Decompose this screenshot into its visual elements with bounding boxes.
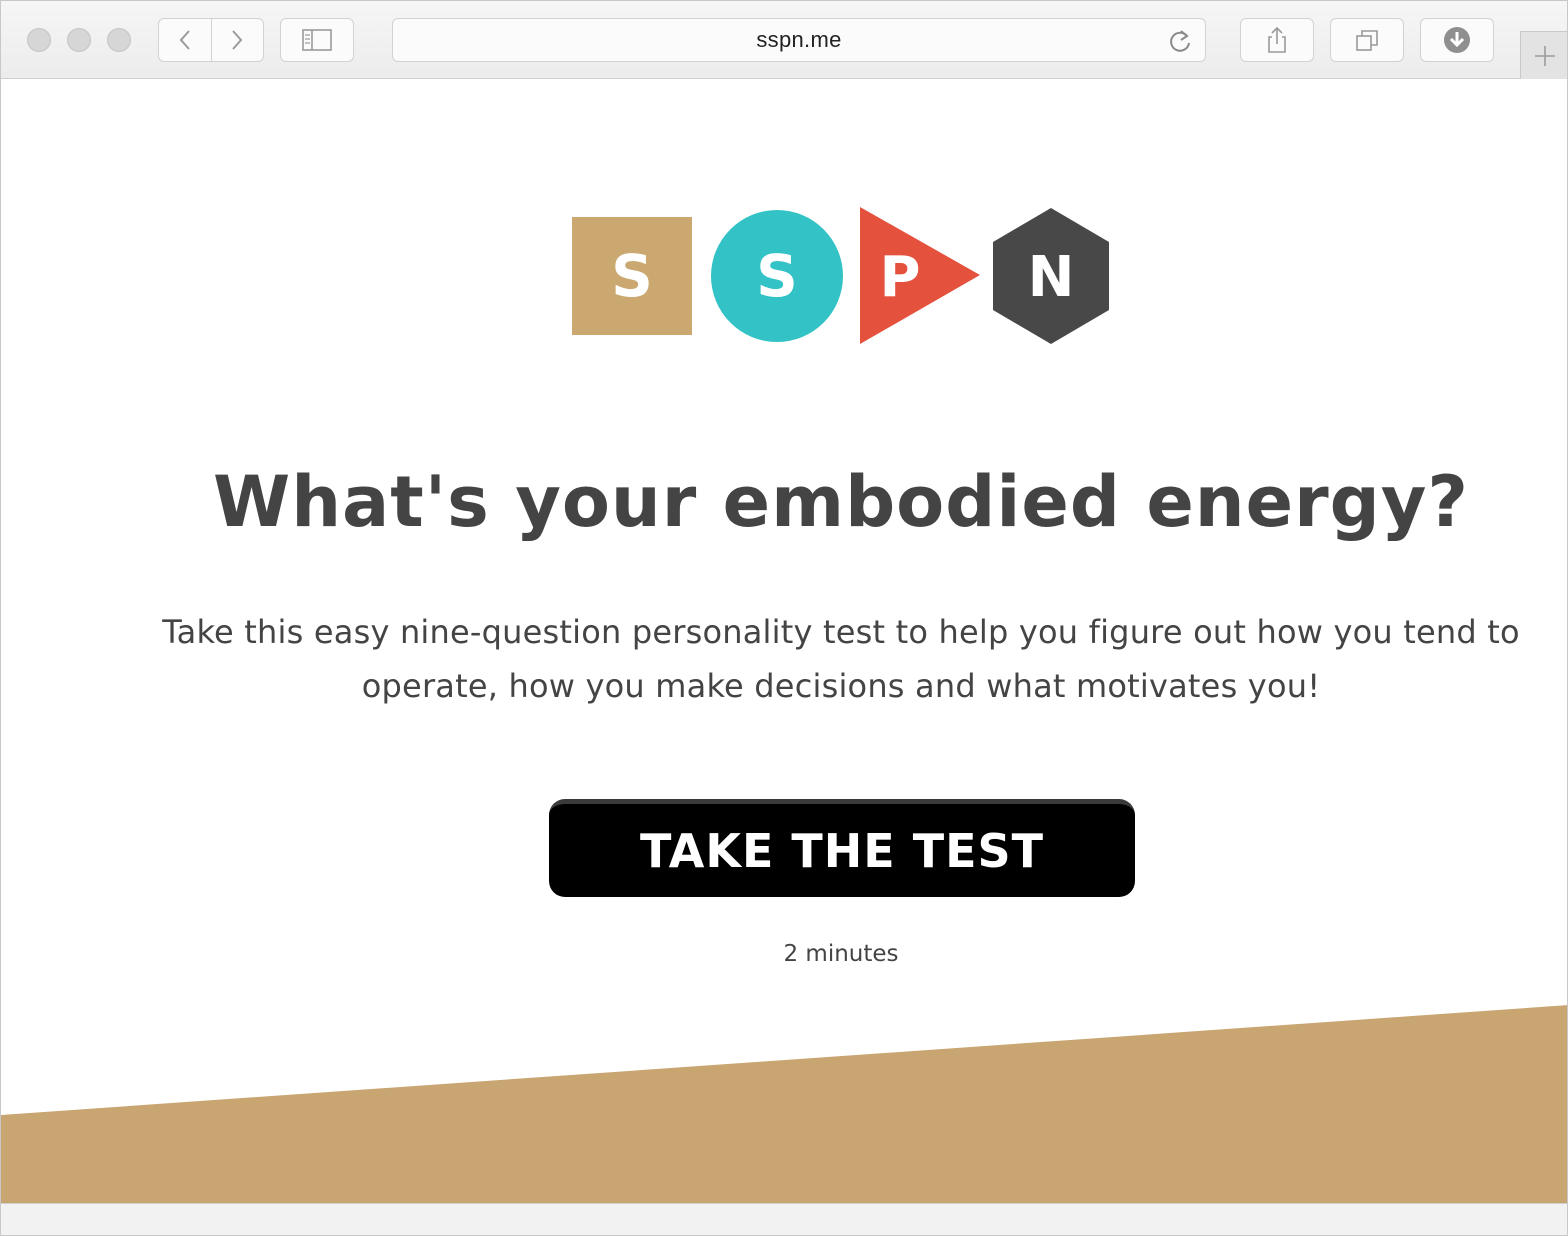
forward-button[interactable]	[210, 19, 264, 61]
minimize-window-button[interactable]	[67, 28, 91, 52]
navigation-buttons	[158, 18, 264, 62]
sspn-logo: S S P N	[572, 207, 1109, 344]
sidebar-icon	[302, 29, 332, 51]
back-button[interactable]	[159, 19, 211, 61]
browser-status-bar	[1, 1203, 1567, 1235]
logo-letter-p: P	[879, 245, 920, 310]
test-duration: 2 minutes	[783, 941, 899, 967]
take-test-button[interactable]: TAKE THE TEST	[549, 799, 1135, 897]
tabs-icon	[1356, 30, 1378, 51]
plus-icon	[1535, 45, 1555, 66]
chevron-right-icon	[232, 30, 243, 50]
page-description: Take this easy nine-question personality…	[162, 613, 1520, 705]
new-tab-button[interactable]	[1520, 31, 1567, 79]
zoom-window-button[interactable]	[107, 28, 131, 52]
share-button[interactable]	[1240, 18, 1314, 62]
logo-letter-s1: S	[611, 242, 653, 310]
browser-toolbar: sspn.me	[1, 1, 1567, 79]
page-headline: What's your embodied energy?	[213, 461, 1469, 543]
reload-icon[interactable]	[1167, 28, 1193, 54]
downloads-button[interactable]	[1420, 18, 1494, 62]
tabs-overview-button[interactable]	[1330, 18, 1404, 62]
chevron-left-icon	[179, 30, 190, 50]
share-icon	[1268, 26, 1286, 53]
web-page: S S P N What's your embodied energy? Tak…	[1, 79, 1567, 1203]
close-window-button[interactable]	[27, 28, 51, 52]
download-icon	[1444, 27, 1470, 53]
logo-letter-n: N	[1028, 245, 1075, 310]
browser-window: sspn.me S S P N What's your embodied ene…	[0, 0, 1568, 1236]
sidebar-toggle-button[interactable]	[280, 18, 354, 62]
address-bar[interactable]: sspn.me	[392, 18, 1206, 62]
url-text: sspn.me	[756, 27, 842, 52]
logo-letter-s2: S	[756, 242, 798, 310]
